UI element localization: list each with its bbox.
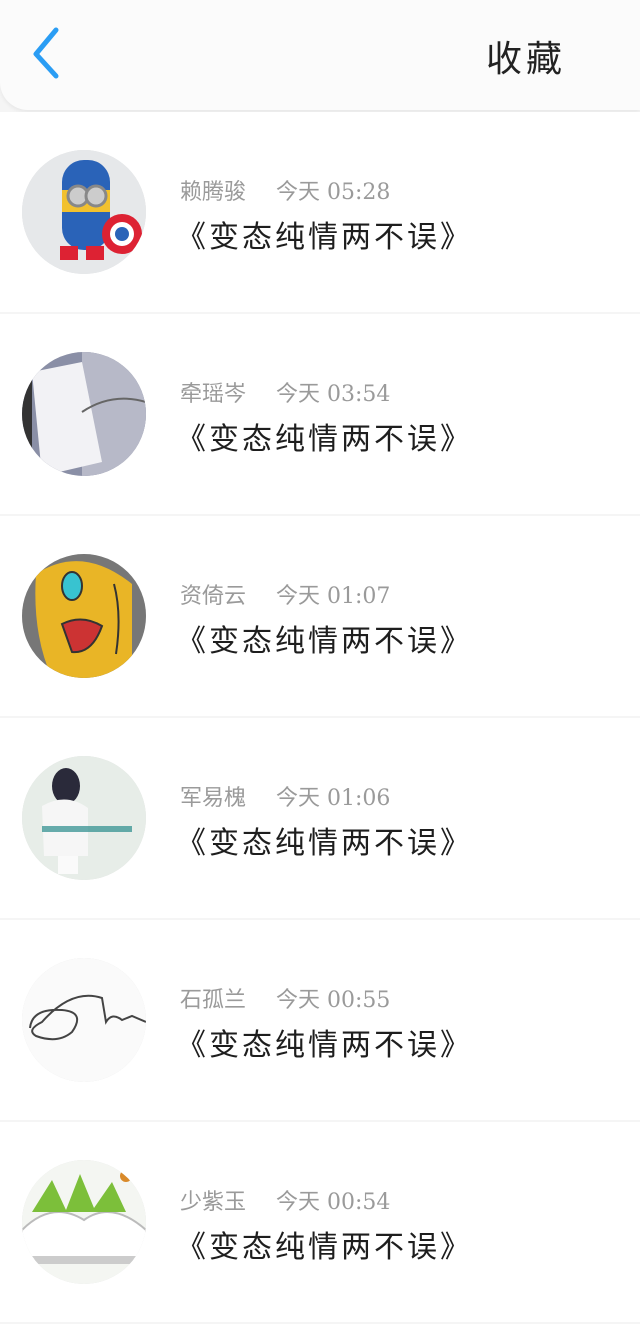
favorites-list: 赖腾骏 今天 05:28 《变态纯情两不误》 牵瑶岑 今天 03:54 《变态纯情两… xyxy=(0,112,640,1324)
list-item[interactable]: 牵瑶岑 今天 03:54 《变态纯情两不误》 xyxy=(0,314,640,514)
list-item[interactable]: 军易槐 今天 01:06 《变态纯情两不误》 xyxy=(0,718,640,918)
item-title: 《变态纯情两不误》 xyxy=(176,1230,473,1265)
timestamp: 今天 01:06 xyxy=(276,786,391,811)
avatar xyxy=(22,958,146,1082)
author-name: 赖腾骏 xyxy=(180,180,247,205)
chevron-left-icon xyxy=(33,27,59,79)
author-name: 石孤兰 xyxy=(180,988,247,1013)
item-title: 《变态纯情两不误》 xyxy=(176,624,473,659)
item-title: 《变态纯情两不误》 xyxy=(176,422,473,457)
item-meta: 少紫玉 今天 00:54 xyxy=(180,1184,390,1216)
timestamp: 今天 01:07 xyxy=(276,584,391,609)
avatar xyxy=(22,150,146,274)
avatar xyxy=(22,352,146,476)
avatar xyxy=(22,554,146,678)
avatar xyxy=(22,756,146,880)
item-title: 《变态纯情两不误》 xyxy=(176,220,473,255)
item-title: 《变态纯情两不误》 xyxy=(176,826,473,861)
timestamp: 今天 00:55 xyxy=(276,988,391,1013)
page-title: 收藏 xyxy=(485,39,566,80)
author-name: 牵瑶岑 xyxy=(180,382,247,407)
timestamp: 今天 00:54 xyxy=(276,1190,391,1215)
header-bar: 收藏 xyxy=(0,0,640,110)
avatar xyxy=(22,1160,146,1284)
item-meta: 石孤兰 今天 00:55 xyxy=(180,982,390,1014)
timestamp: 今天 05:28 xyxy=(276,180,391,205)
author-name: 军易槐 xyxy=(180,786,247,811)
back-button[interactable] xyxy=(28,26,68,82)
item-meta: 军易槐 今天 01:06 xyxy=(180,780,390,812)
list-item[interactable]: 资倚云 今天 01:07 《变态纯情两不误》 xyxy=(0,516,640,716)
list-item[interactable]: 少紫玉 今天 00:54 《变态纯情两不误》 xyxy=(0,1122,640,1322)
timestamp: 今天 03:54 xyxy=(276,382,391,407)
author-name: 少紫玉 xyxy=(180,1190,247,1215)
item-title: 《变态纯情两不误》 xyxy=(176,1028,473,1063)
item-meta: 赖腾骏 今天 05:28 xyxy=(180,174,390,206)
item-meta: 资倚云 今天 01:07 xyxy=(180,578,390,610)
item-meta: 牵瑶岑 今天 03:54 xyxy=(180,376,390,408)
list-item[interactable]: 石孤兰 今天 00:55 《变态纯情两不误》 xyxy=(0,920,640,1120)
author-name: 资倚云 xyxy=(180,584,247,609)
list-item[interactable]: 赖腾骏 今天 05:28 《变态纯情两不误》 xyxy=(0,112,640,312)
